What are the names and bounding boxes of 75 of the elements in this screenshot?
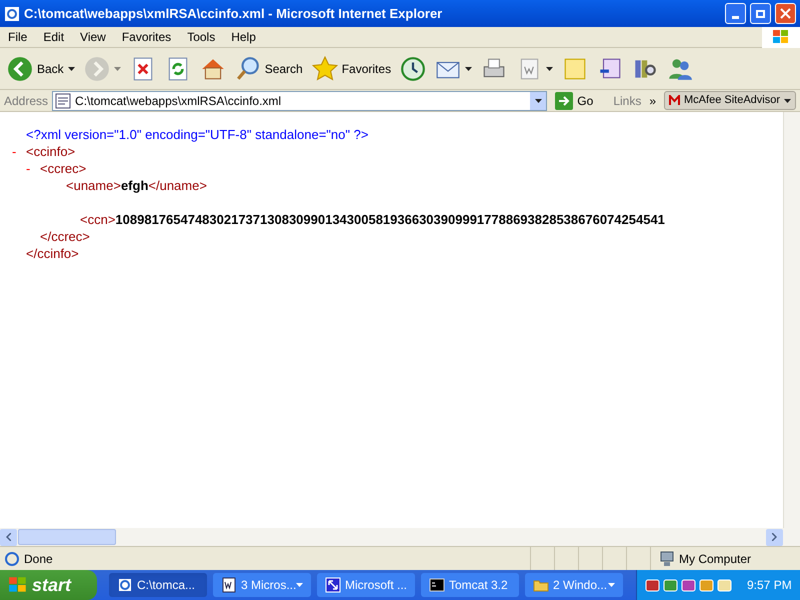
xml-tag: <ccn> xyxy=(80,211,116,228)
clock: 9:57 PM xyxy=(746,577,792,594)
menu-item[interactable]: Tools xyxy=(179,28,224,46)
caret-icon xyxy=(784,98,791,102)
scroll-right-button[interactable] xyxy=(766,528,783,546)
scroll-left-button[interactable] xyxy=(0,528,17,546)
caret-icon xyxy=(534,98,542,102)
collapse-toggle[interactable]: - xyxy=(26,160,40,177)
caret-icon xyxy=(114,66,121,70)
toolbar-button[interactable]: Search xyxy=(232,52,306,86)
collapse-toggle[interactable]: - xyxy=(12,143,26,160)
xml-tag: </uname> xyxy=(148,177,207,194)
history-clock-icon xyxy=(400,56,426,82)
address-label: Address xyxy=(4,92,48,110)
computer-icon xyxy=(659,550,675,566)
xml-tag: <ccrec> xyxy=(40,160,86,177)
siteadvisor-button[interactable]: McAfee SiteAdvisor xyxy=(664,91,796,110)
close-icon xyxy=(780,8,791,19)
tray-icon[interactable] xyxy=(663,578,678,592)
toolbar-button[interactable]: Back xyxy=(4,52,78,86)
page-icon xyxy=(4,550,20,566)
expand-arrows-icon xyxy=(325,577,341,593)
restore-button[interactable] xyxy=(750,3,771,24)
xml-tag: <uname> xyxy=(66,177,121,194)
xml-value: 1089817654748302173713083099013430058193663039099917788693828538676074254541 xyxy=(115,211,665,228)
minimize-button[interactable] xyxy=(725,3,746,24)
horizontal-scrollbar[interactable] xyxy=(0,528,800,546)
menu-item[interactable]: Edit xyxy=(35,28,72,46)
links-label[interactable]: Links xyxy=(601,92,642,110)
caret-icon xyxy=(546,66,554,70)
caret-icon xyxy=(68,66,75,70)
zone-text: My Computer xyxy=(679,550,752,568)
tray-icon[interactable] xyxy=(717,578,732,592)
taskbar-button[interactable]: C:\tomca... xyxy=(109,573,207,597)
windows-flag-icon xyxy=(8,576,28,594)
go-button[interactable]: Go xyxy=(551,92,598,110)
menu-item[interactable]: Favorites xyxy=(114,28,180,46)
xml-value: efgh xyxy=(120,177,148,194)
chevron-button[interactable]: » xyxy=(645,92,660,110)
xml-tag: </ccrec> xyxy=(40,229,90,244)
tray-icon[interactable] xyxy=(681,578,696,592)
caret-icon xyxy=(465,66,472,70)
page-icon xyxy=(55,92,72,108)
taskbar-button[interactable]: Tomcat 3.2 xyxy=(421,573,519,597)
xml-tag: </ccinfo> xyxy=(26,246,79,261)
start-button[interactable]: start xyxy=(0,570,97,600)
menu-item[interactable]: View xyxy=(72,28,114,46)
caret-icon xyxy=(608,583,615,587)
close-button[interactable] xyxy=(775,3,796,24)
menu-item[interactable]: Help xyxy=(223,28,264,46)
tray-icon[interactable] xyxy=(645,578,660,592)
address-field[interactable]: C:\tomcat\webapps\xmlRSA\ccinfo.xml xyxy=(52,90,548,110)
scroll-thumb[interactable] xyxy=(18,529,116,545)
menu-item[interactable]: File xyxy=(0,28,36,46)
console-icon xyxy=(429,577,445,593)
toolbar-button[interactable]: Favorites xyxy=(308,52,394,86)
document-w-icon xyxy=(221,577,237,593)
xml-tag: <ccinfo> xyxy=(26,143,76,160)
taskbar-button[interactable]: Microsoft ... xyxy=(317,573,415,597)
browser-page-icon xyxy=(117,577,133,593)
search-icon xyxy=(234,56,261,82)
vertical-scrollbar[interactable] xyxy=(783,112,800,528)
status-text: Done xyxy=(23,550,54,568)
caret-icon xyxy=(296,583,303,587)
xml-declaration: <?xml version="1.0" encoding="UTF-8" standalone="no" ?> xyxy=(26,127,368,142)
m-logo-icon xyxy=(669,95,680,106)
page-icon xyxy=(4,6,20,22)
dropdown-button[interactable] xyxy=(530,92,546,110)
tray-icon[interactable] xyxy=(699,578,714,592)
taskbar-button[interactable]: 2 Windo... xyxy=(525,573,623,597)
window-title: C:\tomcat\webapps\xmlRSA\ccinfo.xml - Microsoft Internet Explorer xyxy=(24,4,444,23)
sticky-note-icon xyxy=(562,56,588,82)
star-icon xyxy=(312,56,338,82)
windows-flag-icon xyxy=(772,29,790,45)
taskbar-button[interactable]: 3 Micros... xyxy=(213,573,311,597)
